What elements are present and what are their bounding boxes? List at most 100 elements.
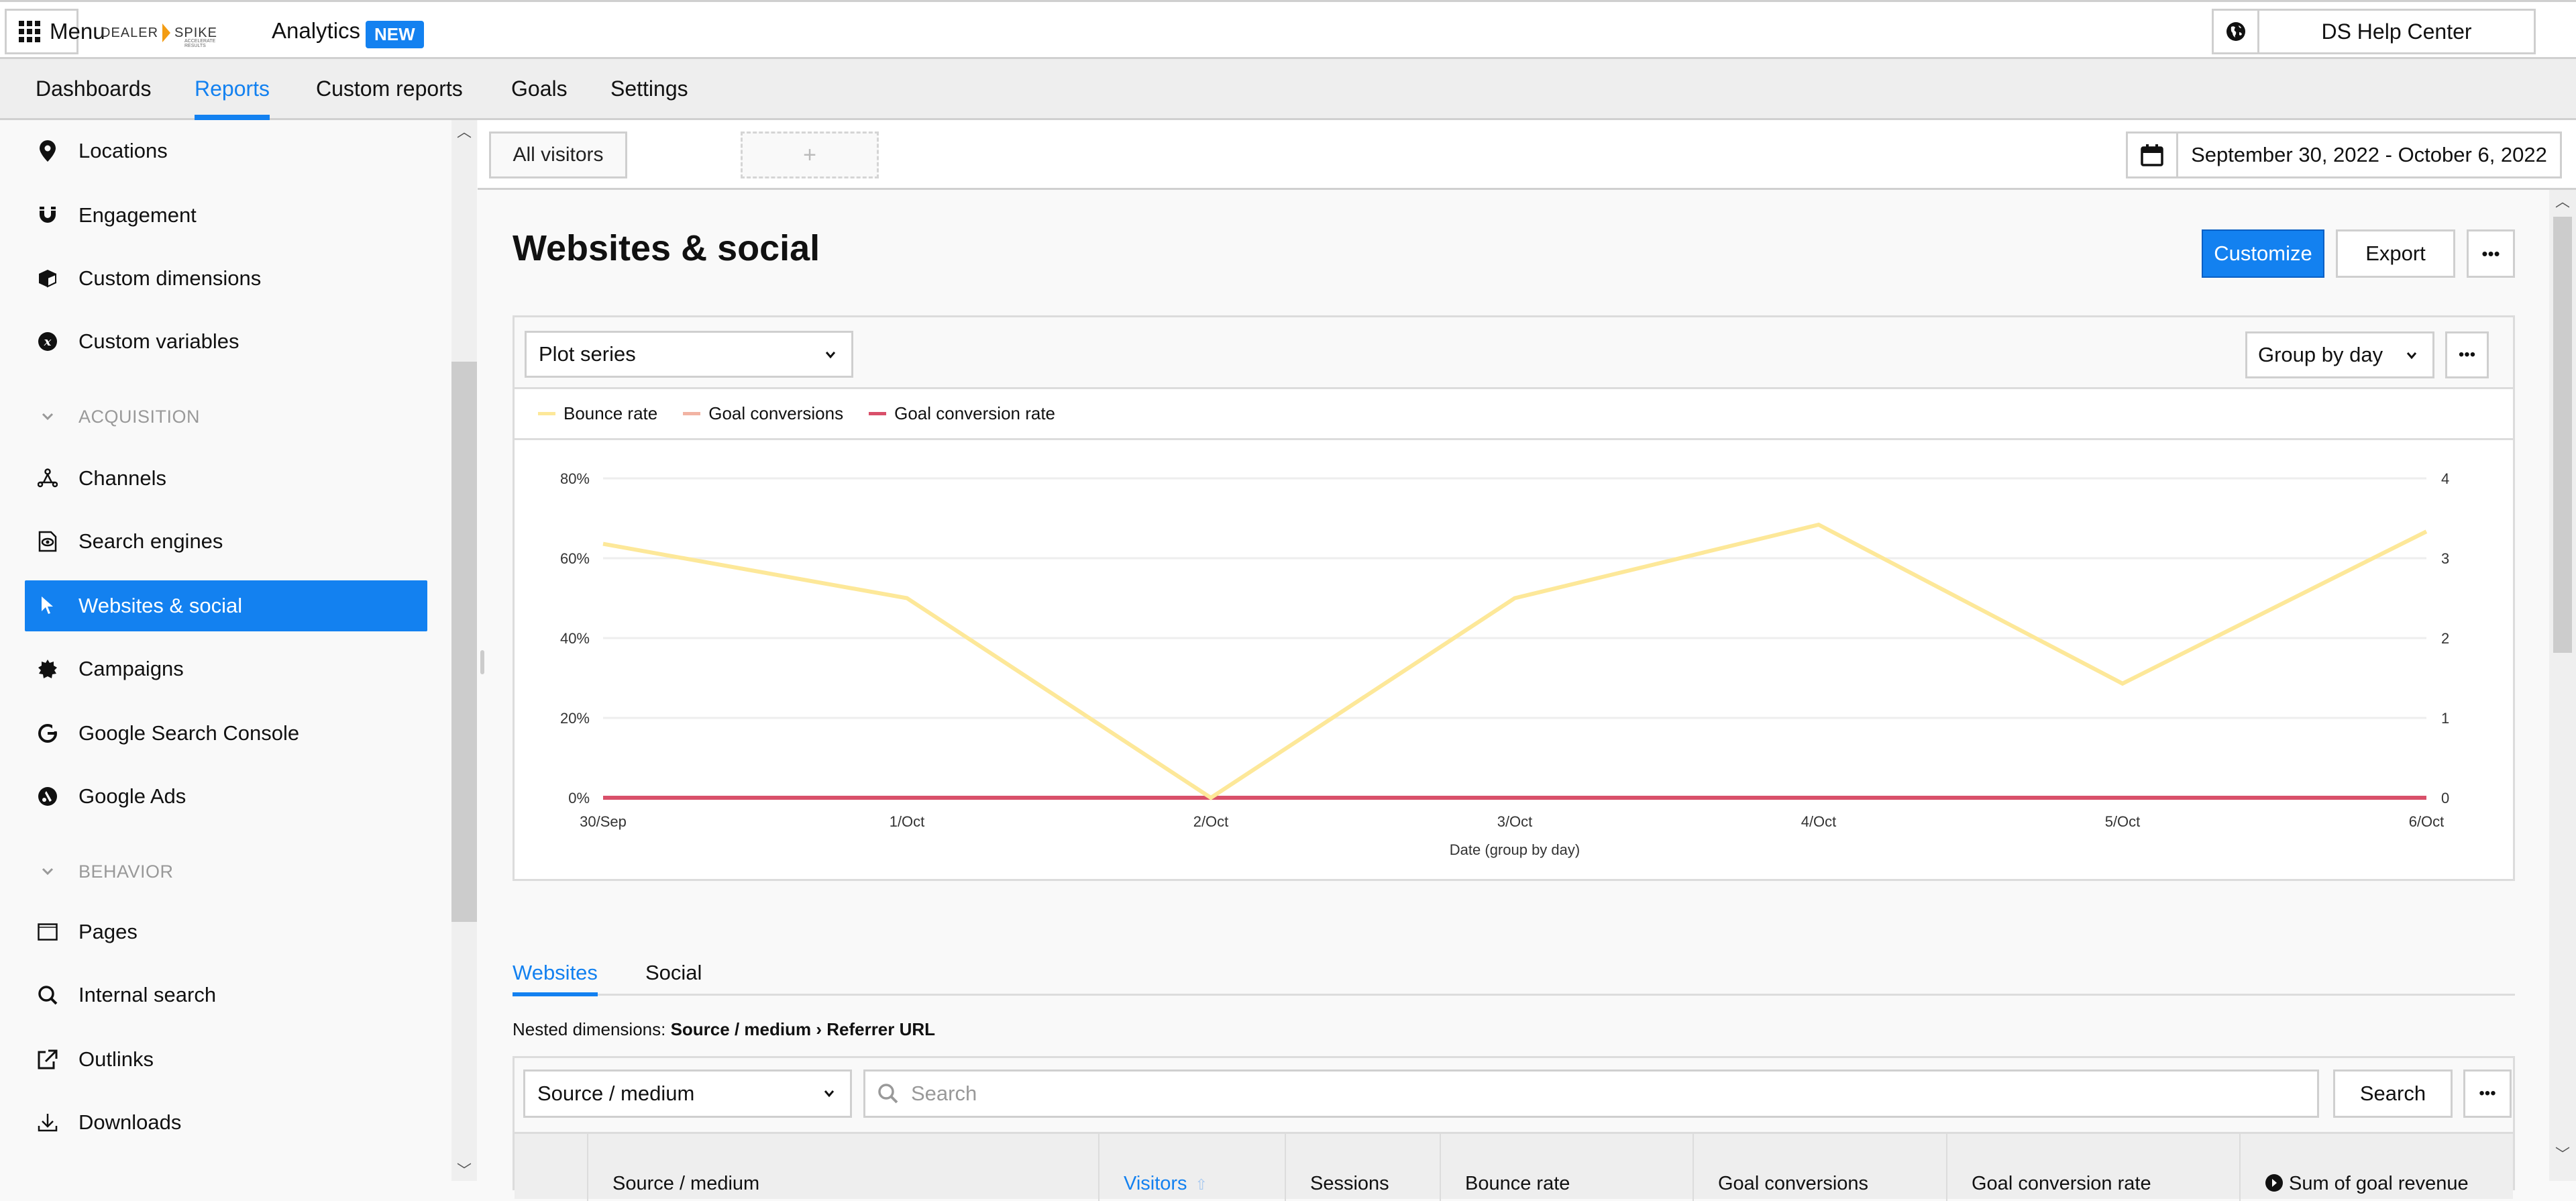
sidebar-item-label: Websites & social (78, 594, 242, 618)
sidebar-item-custom-variables[interactable]: x Custom variables (25, 316, 427, 367)
sidebar-item-internal-search[interactable]: Internal search (25, 970, 427, 1021)
date-picker-button[interactable] (2126, 132, 2176, 178)
dimension-dropdown-label: Source / medium (537, 1082, 694, 1106)
y-left-tick-label: 80% (560, 470, 590, 487)
column-header-goal-conversion-rate[interactable]: Goal conversion rate (1946, 1134, 2239, 1201)
export-button[interactable]: Export (2336, 229, 2455, 278)
sidebar-item-websites-social[interactable]: Websites & social (25, 580, 427, 631)
search-engine-icon (36, 529, 60, 554)
search-field[interactable] (863, 1069, 2319, 1118)
download-icon (36, 1110, 60, 1135)
column-header-visitors[interactable]: Visitors⇧ (1098, 1134, 1285, 1201)
dimension-dropdown[interactable]: Source / medium (523, 1069, 852, 1118)
sidebar-item-google-search-console[interactable]: Google Search Console (25, 708, 427, 759)
legend-label: Goal conversion rate (894, 403, 1055, 424)
scroll-down-icon[interactable]: ﹀ (2555, 1143, 2571, 1164)
column-header-goal-conversions[interactable]: Goal conversions (1693, 1134, 1946, 1201)
sidebar-scroll-thumb[interactable] (451, 362, 477, 922)
app-title: Analytics (272, 18, 360, 44)
logo-text-left: DEALER (101, 25, 158, 41)
more-dots-icon: ••• (2481, 244, 2500, 264)
column-header-bounce-rate[interactable]: Bounce rate (1440, 1134, 1693, 1201)
y-right-tick-label: 3 (2441, 550, 2449, 567)
nav-settings[interactable]: Settings (610, 76, 688, 101)
sidebar-item-google-ads[interactable]: Google Ads (25, 771, 427, 822)
menu-button[interactable]: Menu (5, 9, 78, 54)
series-line-bounce-rate (603, 525, 2426, 798)
search-icon (877, 1083, 899, 1104)
chart-more-options-button[interactable]: ••• (2445, 331, 2489, 378)
scroll-up-icon[interactable]: ︿ (2555, 190, 2571, 211)
x-tick-label: 6/Oct (2409, 813, 2445, 830)
sidebar-item-pages[interactable]: Pages (25, 906, 427, 957)
add-segment-button[interactable]: + (741, 132, 879, 178)
chevron-down-icon (36, 413, 60, 421)
nav-dashboards[interactable]: Dashboards (36, 76, 152, 101)
nav-custom-reports[interactable]: Custom reports (316, 76, 463, 101)
x-tick-label: 4/Oct (1801, 813, 1837, 830)
legend-swatch (538, 412, 555, 415)
group-by-dropdown[interactable]: Group by day (2245, 331, 2434, 378)
segment-all-visitors[interactable]: All visitors (489, 132, 627, 178)
sidebar-item-label: Engagement (78, 203, 197, 227)
nested-dimension-first: Source / medium (671, 1019, 812, 1039)
info-icon (2265, 1173, 2284, 1192)
main-scroll-thumb[interactable] (2553, 217, 2572, 653)
sidebar-item-channels[interactable]: Channels (25, 453, 427, 504)
legend-item-goal-conversions[interactable]: Goal conversions (683, 403, 843, 424)
legend-item-goal-conversion-rate[interactable]: Goal conversion rate (869, 403, 1055, 424)
sidebar-section-acquisition[interactable]: ACQUISITION (25, 397, 200, 437)
chart-card: Plot series Group by day ••• Bounce rate… (513, 315, 2515, 881)
table-more-options-button[interactable]: ••• (2463, 1069, 2512, 1118)
language-globe-button[interactable] (2212, 9, 2257, 54)
column-label: Visitors (1124, 1173, 1187, 1194)
section-label: BEHAVIOR (78, 861, 174, 882)
customize-button[interactable]: Customize (2202, 229, 2324, 278)
more-dots-icon: ••• (2459, 346, 2475, 364)
help-center-button[interactable]: DS Help Center (2257, 9, 2536, 54)
nested-dimension-separator: › (816, 1019, 822, 1039)
sidebar-item-engagement[interactable]: Engagement (25, 190, 427, 241)
sidebar-item-label: Locations (78, 139, 168, 163)
page-more-options-button[interactable]: ••• (2467, 229, 2515, 278)
date-range-display[interactable]: September 30, 2022 - October 6, 2022 (2176, 132, 2562, 178)
column-header-sessions[interactable]: Sessions (1285, 1134, 1440, 1201)
scroll-down-icon[interactable]: ﹀ (456, 1159, 472, 1175)
globe-icon (2225, 21, 2247, 42)
logo-tagline: ACCELERATE RESULTS (184, 39, 217, 48)
x-axis-label: Date (group by day) (1450, 841, 1580, 858)
column-header-source-medium[interactable]: Source / medium (587, 1134, 1098, 1201)
channels-icon (36, 466, 60, 490)
sidebar-item-custom-dimensions[interactable]: Custom dimensions (25, 253, 427, 304)
chevron-down-icon (2406, 344, 2418, 365)
column-label: Source / medium (612, 1173, 759, 1194)
main-scrollbar[interactable]: ︿ ﹀ (2549, 190, 2576, 1181)
plot-series-dropdown[interactable]: Plot series (525, 331, 853, 378)
sidebar-item-label: Search engines (78, 529, 223, 554)
scroll-up-icon[interactable]: ︿ (456, 120, 472, 136)
sidebar-item-label: Downloads (78, 1110, 181, 1135)
sidebar-item-campaigns[interactable]: Campaigns (25, 643, 427, 694)
tab-websites[interactable]: Websites (513, 961, 598, 985)
nav-reports[interactable]: Reports (195, 76, 270, 101)
sidebar-item-outlinks[interactable]: Outlinks (25, 1034, 427, 1085)
main-content: All visitors + September 30, 2022 - Octo… (478, 120, 2576, 1181)
section-label: ACQUISITION (78, 407, 200, 427)
sidebar-item-label: Google Ads (78, 784, 186, 808)
sidebar-item-locations[interactable]: Locations (25, 125, 427, 176)
tab-social[interactable]: Social (645, 961, 702, 985)
nested-dimension-second: Referrer URL (826, 1019, 935, 1039)
legend-label: Bounce rate (564, 403, 657, 424)
x-tick-label: 3/Oct (1497, 813, 1533, 830)
legend-item-bounce-rate[interactable]: Bounce rate (538, 403, 657, 424)
sidebar-scrollbar[interactable]: ︿ ﹀ (451, 120, 477, 1181)
variable-x-icon: x (36, 329, 60, 354)
search-button[interactable]: Search (2333, 1069, 2453, 1118)
nav-goals[interactable]: Goals (511, 76, 568, 101)
chart-legend: Bounce rate Goal conversions Goal conver… (515, 389, 2513, 440)
column-header-sum-goal-revenue[interactable]: Sum of goal revenue (2239, 1134, 2513, 1201)
search-input[interactable] (911, 1082, 2286, 1106)
sidebar-item-downloads[interactable]: Downloads (25, 1097, 427, 1148)
sidebar-section-behavior[interactable]: BEHAVIOR (25, 851, 174, 892)
sidebar-item-search-engines[interactable]: Search engines (25, 516, 427, 567)
